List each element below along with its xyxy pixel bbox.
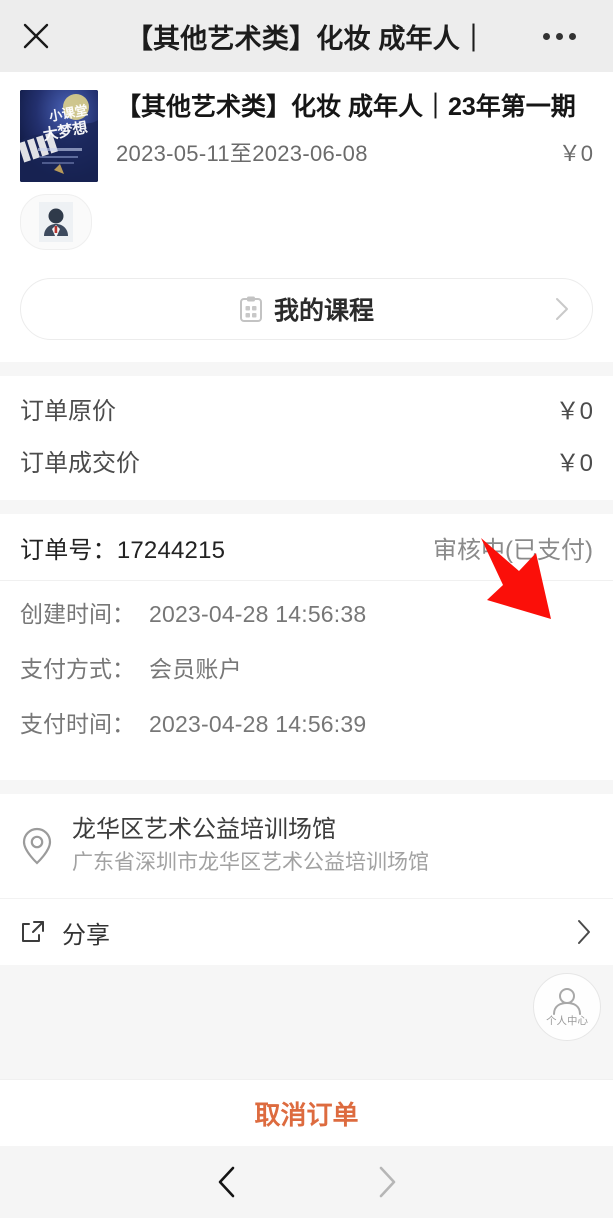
my-course-section: 我的课程 (0, 270, 613, 362)
detail-row: 支付方式： 会员账户 (20, 650, 593, 705)
order-number-value: 17244215 (116, 536, 226, 564)
page-filler: 个人中心 (0, 965, 613, 1079)
detail-label: 支付方式： (20, 656, 135, 682)
detail-value: 2023-04-28 14:56:38 (149, 601, 367, 627)
detail-label: 支付时间： (20, 711, 135, 737)
detail-value: 2023-04-28 14:56:39 (149, 711, 367, 737)
price-row: 订单成交价 ￥0 (20, 434, 593, 486)
detail-row: 创建时间： 2023-04-28 14:56:38 (20, 595, 593, 650)
venue-text: 龙华区艺术公益培训场馆 广东省深圳市龙华区艺术公益培训场馆 (72, 814, 429, 878)
course-thumbnail-image: 小课堂 大梦想 (20, 90, 98, 182)
course-info: 【其他艺术类】化妆 成年人｜23年第一期 2023-05-11至2023-06-… (116, 90, 593, 182)
chevron-right-icon (575, 917, 593, 947)
venue-section: 龙华区艺术公益培训场馆 广东省深圳市龙华区艺术公益培训场馆 分享 (0, 794, 613, 965)
price-value: ￥0 (555, 397, 593, 425)
external-link-icon (20, 919, 46, 945)
course-subrow: 2023-05-11至2023-06-08 ￥0 (116, 136, 593, 168)
order-header: 订单号：17244215 审核中(已支付) (0, 514, 613, 581)
course-price: ￥0 (558, 141, 593, 166)
more-icon (542, 32, 550, 40)
course-row: 小课堂 大梦想 【其他艺术类】化妆 成年人｜23年第一期 2023-05-11至… (0, 72, 613, 182)
chevron-left-icon (218, 1166, 234, 1198)
personal-center-label: 个人中心 (546, 1015, 588, 1027)
detail-value: 会员账户 (149, 656, 242, 682)
order-details: 创建时间： 2023-04-28 14:56:38 支付方式： 会员账户 支付时… (0, 581, 613, 780)
share-label: 分享 (62, 921, 110, 949)
browser-navigation-bar (0, 1146, 613, 1218)
my-course-button-content: 我的课程 (21, 291, 592, 327)
price-value: ￥0 (555, 449, 593, 477)
more-options-button[interactable] (523, 0, 595, 72)
avatar[interactable] (20, 194, 92, 250)
browser-back-button[interactable] (147, 1162, 307, 1202)
close-button[interactable] (0, 0, 72, 72)
person-photo-icon (39, 202, 73, 242)
page-title: 【其他艺术类】化妆 成年人｜ (125, 23, 488, 54)
venue-row[interactable]: 龙华区艺术公益培训场馆 广东省深圳市龙华区艺术公益培训场馆 (0, 794, 613, 898)
cancel-order-button[interactable]: 取消订单 (0, 1079, 613, 1146)
my-course-label: 我的课程 (273, 297, 374, 325)
course-date-range: 2023-05-11至2023-06-08 (116, 141, 368, 166)
price-label: 订单成交价 (20, 449, 140, 477)
venue-name: 龙华区艺术公益培训场馆 (72, 816, 336, 843)
detail-row: 支付时间： 2023-04-28 14:56:39 (20, 705, 593, 760)
order-number: 订单号：17244215 (20, 530, 225, 565)
section-divider (0, 500, 613, 514)
participant-row (0, 182, 613, 270)
chevron-right-icon (379, 1166, 395, 1198)
chevron-right-icon (554, 296, 570, 322)
navbar: 【其他艺术类】化妆 成年人｜ (0, 0, 613, 72)
location-pin-icon (20, 826, 54, 866)
venue-address: 广东省深圳市龙华区艺术公益培训场馆 (72, 851, 429, 874)
section-divider (0, 780, 613, 794)
section-divider (0, 362, 613, 376)
price-section: 订单原价 ￥0 订单成交价 ￥0 (0, 376, 613, 500)
my-course-button[interactable]: 我的课程 (20, 278, 593, 340)
share-row[interactable]: 分享 (0, 898, 613, 965)
more-icon (568, 32, 576, 40)
personal-center-button[interactable]: 个人中心 (533, 973, 601, 1041)
more-icon (555, 32, 563, 40)
course-card[interactable]: 小课堂 大梦想 【其他艺术类】化妆 成年人｜23年第一期 2023-05-11至… (0, 72, 613, 362)
cancel-order-label: 取消订单 (254, 1099, 359, 1130)
course-title: 【其他艺术类】化妆 成年人｜23年第一期 (116, 93, 576, 121)
app-screen: 【其他艺术类】化妆 成年人｜ 小课堂 大梦想 【其他艺术类】化妆 成年人｜23年… (0, 0, 613, 1218)
price-row: 订单原价 ￥0 (20, 382, 593, 434)
browser-forward-button[interactable] (307, 1162, 467, 1202)
status-badge: 审核中(已支付) (433, 536, 593, 564)
clipboard-icon (239, 296, 263, 322)
course-thumbnail: 小课堂 大梦想 (20, 90, 98, 182)
order-section: 订单号：17244215 审核中(已支付) 创建时间： 2023-04-28 1… (0, 514, 613, 780)
detail-label: 创建时间： (20, 601, 135, 627)
price-label: 订单原价 (20, 397, 116, 425)
order-number-label: 订单号： (20, 536, 117, 564)
close-icon (23, 23, 49, 49)
